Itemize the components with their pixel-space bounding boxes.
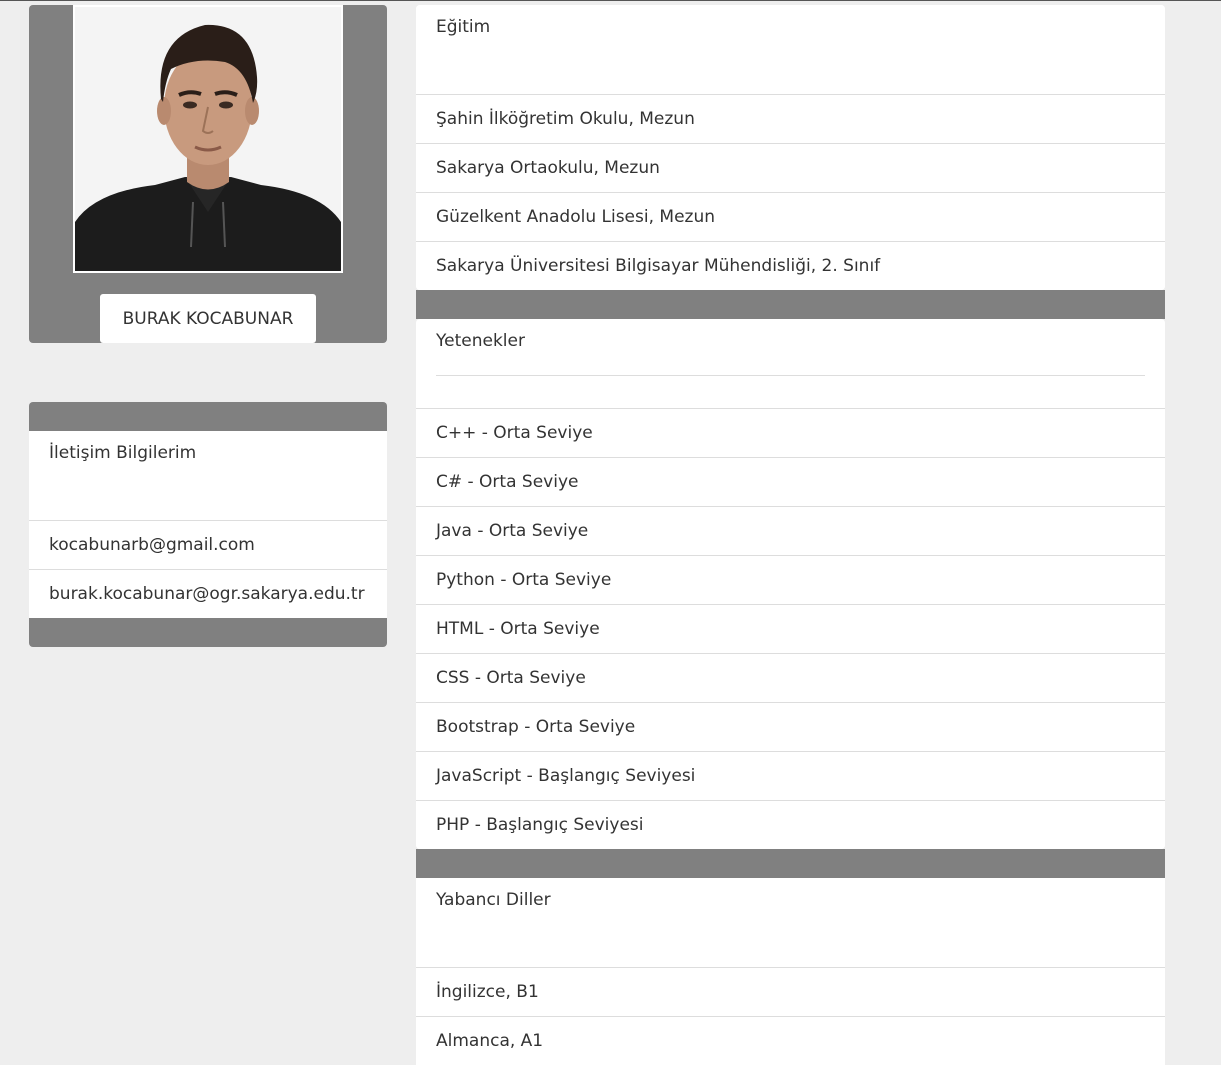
section-divider: [416, 849, 1165, 878]
skill-item: Python - Orta Seviye: [416, 555, 1165, 604]
right-column: Eğitim Şahin İlköğretim Okulu, Mezun Sak…: [416, 5, 1165, 1065]
contact-email-personal[interactable]: kocabunarb@gmail.com: [29, 520, 387, 569]
education-item: Güzelkent Anadolu Lisesi, Mezun: [416, 192, 1165, 241]
education-card: Eğitim Şahin İlköğretim Okulu, Mezun Sak…: [416, 5, 1165, 290]
person-photo-icon: [75, 7, 341, 271]
skill-item: CSS - Orta Seviye: [416, 653, 1165, 702]
skill-item: PHP - Başlangıç Seviyesi: [416, 800, 1165, 849]
skills-title: Yetenekler: [436, 331, 525, 351]
contact-title: İletişim Bilgilerim: [29, 431, 387, 520]
contact-list: İletişim Bilgilerim kocabunarb@gmail.com…: [29, 431, 387, 618]
skills-title-underline: [436, 375, 1145, 376]
languages-card: Yabancı Diller İngilizce, B1 Almanca, A1: [416, 878, 1165, 1065]
skill-item: Bootstrap - Orta Seviye: [416, 702, 1165, 751]
skill-item: HTML - Orta Seviye: [416, 604, 1165, 653]
top-border: [0, 0, 1221, 1]
skill-item: C++ - Orta Seviye: [416, 408, 1165, 457]
skill-item: JavaScript - Başlangıç Seviyesi: [416, 751, 1165, 800]
section-divider: [416, 290, 1165, 319]
profile-card: BURAK KOCABUNAR: [29, 5, 387, 343]
education-item: Şahin İlköğretim Okulu, Mezun: [416, 94, 1165, 143]
education-item: Sakarya Üniversitesi Bilgisayar Mühendis…: [416, 241, 1165, 290]
contact-email-school[interactable]: burak.kocabunar@ogr.sakarya.edu.tr: [29, 569, 387, 618]
education-item: Sakarya Ortaokulu, Mezun: [416, 143, 1165, 192]
skills-card: Yetenekler C++ - Orta Seviye C# - Orta S…: [416, 319, 1165, 849]
profile-name: BURAK KOCABUNAR: [100, 294, 316, 343]
language-item: Almanca, A1: [416, 1016, 1165, 1065]
skills-header: Yetenekler: [416, 319, 1165, 408]
profile-photo: [73, 5, 343, 273]
languages-title: Yabancı Diller: [416, 878, 1165, 967]
education-title: Eğitim: [416, 5, 1165, 94]
language-item: İngilizce, B1: [416, 967, 1165, 1016]
contact-card: İletişim Bilgilerim kocabunarb@gmail.com…: [29, 402, 387, 647]
skill-item: C# - Orta Seviye: [416, 457, 1165, 506]
skill-item: Java - Orta Seviye: [416, 506, 1165, 555]
